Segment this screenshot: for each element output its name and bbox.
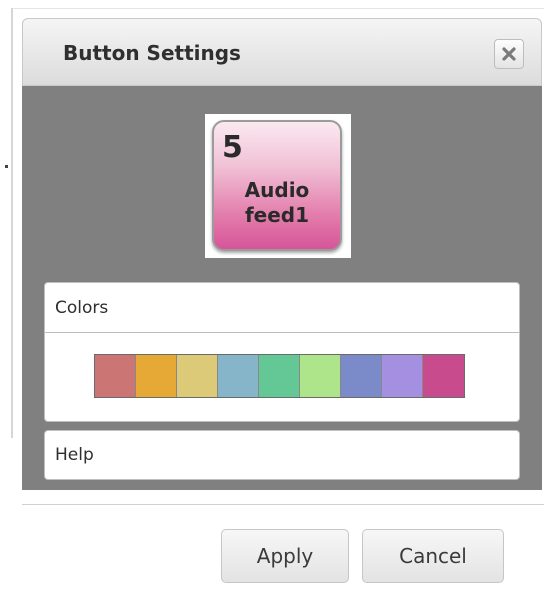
help-panel: Help	[44, 430, 520, 480]
dialog-body: 5 Audio feed1 Colors Help	[22, 86, 542, 490]
button-preview-label: Audio feed1	[214, 178, 340, 228]
background-panel-edge	[0, 8, 13, 438]
colors-panel: Colors	[44, 282, 520, 422]
color-swatch[interactable]	[177, 355, 218, 397]
background-dot	[5, 165, 8, 168]
color-swatch[interactable]	[341, 355, 382, 397]
color-swatch[interactable]	[218, 355, 259, 397]
footer-divider	[22, 504, 544, 505]
color-swatch[interactable]	[136, 355, 177, 397]
dialog-title: Button Settings	[63, 41, 241, 65]
cancel-button[interactable]: Cancel	[362, 529, 504, 583]
color-swatch[interactable]	[423, 355, 464, 397]
colors-panel-header[interactable]: Colors	[45, 283, 519, 333]
help-panel-header[interactable]: Help	[45, 431, 519, 479]
close-icon	[502, 47, 516, 61]
close-button[interactable]	[494, 39, 524, 69]
button-preview-frame: 5 Audio feed1	[205, 114, 351, 258]
page: Button Settings 5 Audio feed1 Colors Hel…	[0, 0, 544, 607]
button-preview: 5 Audio feed1	[212, 120, 342, 251]
button-settings-dialog: Button Settings 5 Audio feed1 Colors Hel…	[22, 18, 544, 607]
color-swatch[interactable]	[300, 355, 341, 397]
button-preview-label-line1: Audio	[244, 178, 310, 202]
apply-button[interactable]: Apply	[221, 529, 349, 583]
dialog-titlebar[interactable]: Button Settings	[22, 18, 542, 86]
color-swatch-row	[94, 354, 465, 398]
color-swatch[interactable]	[382, 355, 423, 397]
button-preview-label-line2: feed1	[244, 203, 310, 227]
color-swatch[interactable]	[95, 355, 136, 397]
top-border	[0, 0, 544, 9]
color-swatch[interactable]	[259, 355, 300, 397]
button-preview-number: 5	[222, 130, 243, 165]
